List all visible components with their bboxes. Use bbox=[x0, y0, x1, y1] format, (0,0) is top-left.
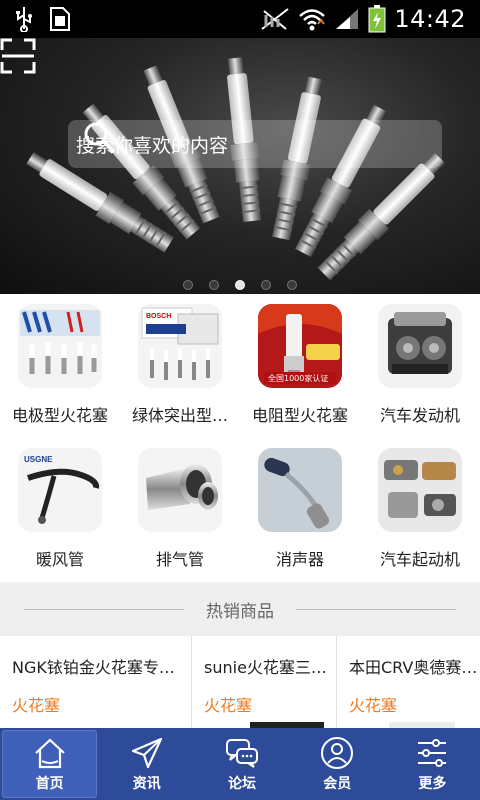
category-item[interactable]: 全国1000家认证 电阻型火花塞 bbox=[240, 294, 360, 438]
bottom-nav: 首页 资讯 论坛 会员 更多 bbox=[0, 728, 480, 800]
category-image bbox=[18, 304, 102, 388]
product-list: NGK铱铂金火花塞专… 火花塞 sunie火花塞三… 火花塞 本田CRV奥德赛…… bbox=[0, 636, 480, 728]
product-card[interactable]: 本田CRV奥德赛… 火花塞 bbox=[337, 636, 480, 728]
carousel-dot[interactable] bbox=[287, 280, 297, 290]
category-label: 汽车起动机 bbox=[379, 550, 460, 569]
nav-more[interactable]: 更多 bbox=[385, 728, 480, 800]
sliders-icon bbox=[418, 739, 447, 767]
category-label: 电阻型火花塞 bbox=[251, 406, 348, 425]
category-image bbox=[138, 448, 222, 532]
clock-time: 14:42 bbox=[394, 5, 466, 33]
nav-forum[interactable]: 论坛 bbox=[194, 728, 289, 800]
product-tag: 火花塞 bbox=[204, 696, 253, 715]
carousel-dot-active[interactable] bbox=[235, 280, 245, 290]
nav-label: 首页 bbox=[35, 776, 64, 792]
category-label: 排气管 bbox=[155, 550, 204, 569]
carousel-dot[interactable] bbox=[209, 280, 219, 290]
divider bbox=[24, 608, 184, 610]
home-icon bbox=[34, 738, 65, 769]
category-image: BOSCH bbox=[138, 304, 222, 388]
nav-label: 更多 bbox=[418, 776, 447, 792]
status-bar: 14:42 bbox=[0, 0, 480, 38]
nav-news[interactable]: 资讯 bbox=[99, 728, 194, 800]
carousel-dot[interactable] bbox=[183, 280, 193, 290]
category-label: 暖风管 bbox=[35, 550, 84, 569]
category-image bbox=[378, 448, 462, 532]
carousel-indicator bbox=[0, 280, 480, 290]
signal-icon bbox=[336, 9, 359, 29]
product-card[interactable]: NGK铱铂金火花塞专… 火花塞 bbox=[0, 636, 192, 728]
battery-charging-icon bbox=[368, 5, 386, 33]
category-item[interactable]: 排气管 bbox=[120, 438, 240, 582]
send-icon bbox=[131, 737, 162, 769]
divider bbox=[296, 608, 456, 610]
user-icon bbox=[321, 737, 354, 769]
usb-icon bbox=[16, 7, 32, 32]
category-item[interactable]: 汽车发动机 bbox=[360, 294, 480, 438]
nav-home[interactable]: 首页 bbox=[2, 730, 98, 798]
category-item[interactable]: 电极型火花塞 bbox=[0, 294, 120, 438]
product-card[interactable]: sunie火花塞三… 火花塞 bbox=[192, 636, 337, 728]
product-name: 本田CRV奥德赛… bbox=[349, 658, 478, 677]
svg-text:全国1000家认证: 全国1000家认证 bbox=[268, 373, 328, 383]
category-label: 绿体突出型… bbox=[131, 406, 228, 425]
chat-bubbles-icon bbox=[226, 739, 258, 768]
category-image bbox=[258, 448, 342, 532]
product-name: sunie火花塞三… bbox=[204, 658, 327, 677]
nav-label: 论坛 bbox=[228, 776, 256, 792]
category-label: 汽车发动机 bbox=[379, 406, 460, 425]
no-sim-icon bbox=[261, 8, 289, 30]
nav-label: 会员 bbox=[323, 776, 352, 792]
hot-products-header: 热销商品 bbox=[0, 582, 480, 636]
category-label: 电极型火花塞 bbox=[11, 406, 108, 425]
product-name: NGK铱铂金火花塞专… bbox=[12, 658, 175, 677]
category-item[interactable]: USGNE 暖风管 bbox=[0, 438, 120, 582]
category-image bbox=[378, 304, 462, 388]
nav-label: 资讯 bbox=[132, 776, 161, 792]
svg-text:BOSCH: BOSCH bbox=[146, 313, 171, 320]
category-item[interactable]: BOSCH 绿体突出型… bbox=[120, 294, 240, 438]
hero-banner[interactable]: 搜索你喜欢的内容 bbox=[0, 38, 480, 294]
category-image: USGNE bbox=[18, 448, 102, 532]
section-title: 热销商品 bbox=[206, 601, 274, 622]
search-icon bbox=[84, 122, 115, 153]
product-tag: 火花塞 bbox=[12, 696, 61, 715]
scan-icon[interactable] bbox=[0, 38, 36, 74]
sim-card-icon bbox=[50, 7, 70, 31]
category-item[interactable]: 汽车起动机 bbox=[360, 438, 480, 582]
category-grid: 电极型火花塞 BOSCH 绿体突出型… 全国1000家认证 电阻型火花塞 汽车发… bbox=[0, 294, 480, 582]
wifi-icon bbox=[299, 9, 326, 31]
carousel-dot[interactable] bbox=[261, 280, 271, 290]
svg-text:USGNE: USGNE bbox=[24, 455, 53, 464]
nav-member[interactable]: 会员 bbox=[290, 728, 385, 800]
product-tag: 火花塞 bbox=[349, 696, 398, 715]
category-label: 消声器 bbox=[275, 550, 324, 569]
category-image: 全国1000家认证 bbox=[258, 304, 342, 388]
category-item[interactable]: 消声器 bbox=[240, 438, 360, 582]
search-input[interactable]: 搜索你喜欢的内容 bbox=[68, 120, 442, 168]
